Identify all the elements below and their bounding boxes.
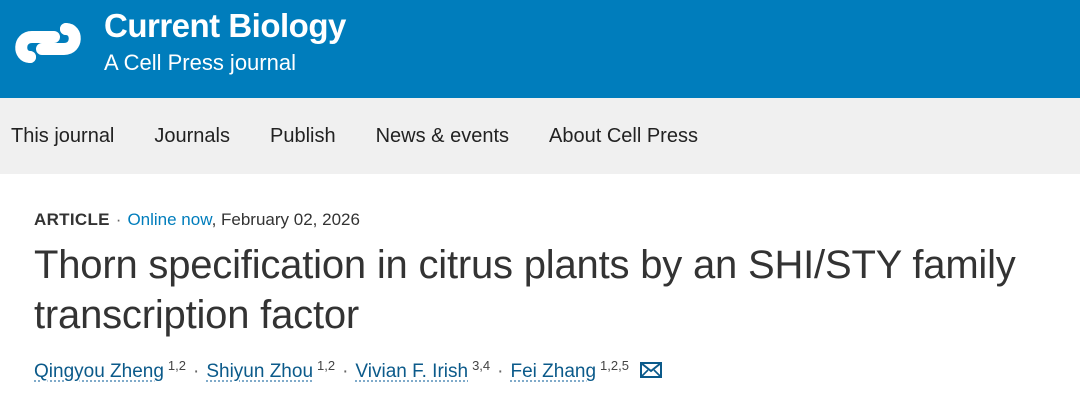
author: Vivian F. Irish 3,4 bbox=[355, 354, 490, 384]
site-header: Current Biology A Cell Press journal bbox=[0, 0, 1080, 98]
author: Fei Zhang 1,2,5 bbox=[510, 354, 628, 384]
article-title-line-2: transcription factor bbox=[34, 293, 360, 337]
author-separator: · bbox=[342, 361, 349, 382]
author-link[interactable]: Qingyou Zheng bbox=[34, 361, 164, 382]
author: Shiyun Zhou 1,2 bbox=[206, 354, 335, 384]
author-list: Qingyou Zheng 1,2 · Shiyun Zhou 1,2 · Vivi… bbox=[34, 354, 1080, 384]
article-header: ARTICLE · Online now, February 02, 2026 Th… bbox=[0, 210, 1080, 384]
nav-news-events[interactable]: News & events bbox=[376, 125, 509, 148]
author-affiliation: 1,2 bbox=[167, 358, 186, 373]
online-status-link[interactable]: Online now bbox=[127, 210, 211, 229]
brand[interactable]: Current Biology A Cell Press journal bbox=[104, 6, 346, 77]
author-affiliation: 3,4 bbox=[472, 358, 491, 373]
journal-title[interactable]: Current Biology bbox=[104, 6, 346, 46]
main-nav: This journal Journals Publish News & eve… bbox=[0, 98, 1080, 174]
author-separator: · bbox=[497, 361, 504, 382]
cell-press-logo-icon[interactable] bbox=[10, 5, 86, 81]
article-meta: ARTICLE · Online now, February 02, 2026 bbox=[34, 210, 1080, 230]
author: Qingyou Zheng 1,2 bbox=[34, 354, 186, 384]
author-affiliation: 1,2 bbox=[317, 358, 336, 373]
author-link[interactable]: Shiyun Zhou bbox=[206, 361, 313, 382]
meta-separator: · bbox=[115, 210, 122, 229]
article-title: Thorn specification in citrus plants by … bbox=[34, 240, 1080, 340]
author-link[interactable]: Vivian F. Irish bbox=[355, 361, 468, 382]
nav-about-cell-press[interactable]: About Cell Press bbox=[549, 125, 698, 148]
nav-publish[interactable]: Publish bbox=[270, 125, 336, 148]
author-affiliation: 1,2,5 bbox=[600, 358, 629, 373]
journal-subtitle: A Cell Press journal bbox=[104, 50, 296, 75]
nav-this-journal[interactable]: This journal bbox=[11, 125, 114, 148]
envelope-icon[interactable] bbox=[640, 362, 663, 378]
publish-date: , February 02, 2026 bbox=[211, 210, 360, 229]
nav-journals[interactable]: Journals bbox=[154, 125, 230, 148]
author-separator: · bbox=[193, 361, 200, 382]
author-link[interactable]: Fei Zhang bbox=[510, 361, 596, 382]
article-type: ARTICLE bbox=[34, 210, 110, 229]
article-title-line-1: Thorn specification in citrus plants by … bbox=[34, 243, 1016, 287]
